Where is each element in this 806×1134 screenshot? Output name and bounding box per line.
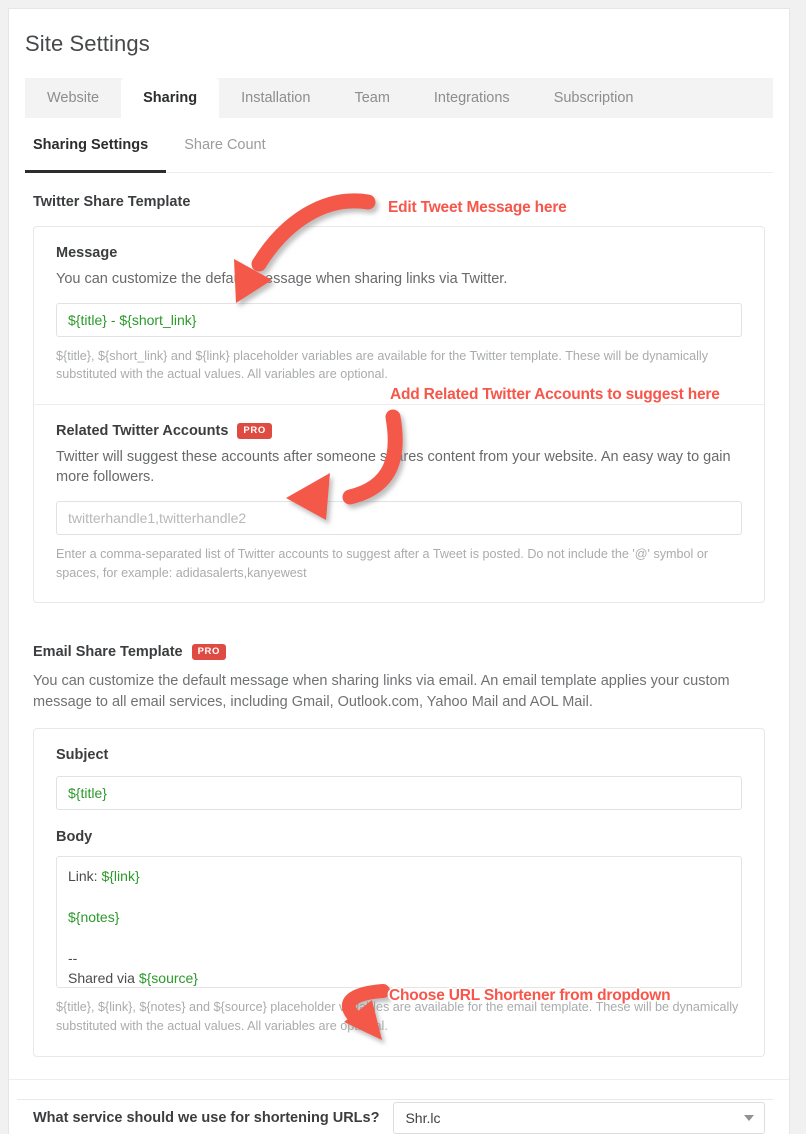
url-shortener-row: What service should we use for shortenin… [9,1080,789,1134]
email-body-textarea[interactable]: Link: ${link} ${notes} -- Shared via ${s… [56,856,742,989]
related-accounts-label-text: Related Twitter Accounts [56,422,229,439]
twitter-section-heading-label: Twitter Share Template [33,194,191,210]
email-section-description: You can customize the default message wh… [33,673,730,710]
related-accounts-description: Twitter will suggest these accounts afte… [56,448,731,486]
tab-sharing[interactable]: Sharing [121,78,220,118]
twitter-panel: Message You can customize the default me… [33,226,765,604]
twitter-section-heading: Twitter Share Template [25,173,773,210]
email-section-heading-label: Email Share Template [33,644,183,661]
subject-label: Subject [56,747,109,764]
url-shortener-select[interactable]: Shr.lc [393,1101,765,1134]
body-line-variable: ${source} [138,969,198,986]
email-section-heading: Email Share Template PRO [25,623,773,660]
primary-tab-bar: Website Sharing Installation Team Integr… [25,78,773,118]
email-subject-input[interactable] [56,776,742,811]
related-twitter-accounts-input[interactable] [56,500,742,535]
message-label: Message [56,245,742,261]
body-line-prefix: -- [68,949,78,966]
body-line-variable: ${link} [101,868,140,885]
pro-badge: PRO [191,644,227,660]
email-fields-fieldset: Subject Body Link: ${link} ${notes} -- S… [34,729,764,1055]
url-shortener-select-wrap: Shr.lc [393,1101,765,1134]
related-accounts-help-text: Enter a comma-separated list of Twitter … [56,546,709,580]
twitter-message-input[interactable] [56,302,742,337]
email-panel: Subject Body Link: ${link} ${notes} -- S… [33,728,765,1057]
settings-card: Site Settings Website Sharing Installati… [8,8,790,1134]
url-shortener-label: What service should we use for shortenin… [33,1109,380,1126]
tab-subscription[interactable]: Subscription [532,78,656,118]
message-label-text: Message [56,245,118,261]
body-label: Body [56,829,93,846]
related-accounts-fieldset: Related Twitter Accounts PRO Twitter wil… [34,403,764,602]
tab-installation[interactable]: Installation [219,78,332,118]
page-title: Site Settings [25,31,150,56]
pro-badge: PRO [237,423,272,439]
tab-integrations[interactable]: Integrations [412,78,532,118]
tab-team[interactable]: Team [332,78,411,118]
message-help-text: ${title}, ${short_link} and ${link} plac… [56,348,708,382]
related-accounts-label: Related Twitter Accounts PRO [56,423,742,439]
tab-website[interactable]: Website [25,78,121,118]
tab-sharing-settings[interactable]: Sharing Settings [25,137,167,173]
body-line-variable: ${notes} [68,908,120,925]
message-description: You can customize the default message wh… [56,271,508,287]
email-help-text: ${title}, ${link}, ${notes} and ${source… [56,1000,739,1034]
secondary-tab-bar: Sharing Settings Share Count [25,137,773,173]
twitter-message-fieldset: Message You can customize the default me… [34,227,764,404]
email-share-template-section: Email Share Template PRO You can customi… [9,623,789,1057]
url-shortener-selected-value: Shr.lc [405,1109,441,1126]
body-line-prefix: Link: [68,868,102,885]
tab-share-count[interactable]: Share Count [166,137,283,172]
twitter-share-template-section: Twitter Share Template Message You can c… [9,173,789,604]
body-line-prefix: Shared via [68,969,139,986]
